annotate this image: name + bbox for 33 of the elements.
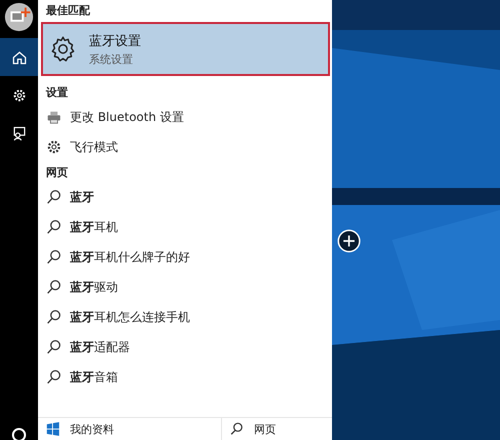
search-icon <box>46 219 62 235</box>
section-heading: 设置 <box>46 85 69 101</box>
web-suggestion[interactable]: 蓝牙耳机 <box>70 218 118 236</box>
item-title: 蓝牙设置 <box>89 32 141 50</box>
settings-result[interactable]: 更改 Bluetooth 设置 <box>70 108 184 126</box>
search-icon <box>46 309 62 325</box>
web-suggestion[interactable]: 蓝牙 <box>70 188 94 206</box>
web-suggestion[interactable]: 蓝牙耳机怎么连接手机 <box>70 308 190 326</box>
best-match-item[interactable]: 蓝牙设置 系统设置 <box>41 22 330 76</box>
search-icon <box>230 422 244 436</box>
search-icon <box>46 189 62 205</box>
web-suggestion[interactable]: 蓝牙驱动 <box>70 278 118 296</box>
search-icon <box>46 369 62 385</box>
search-icon <box>46 249 62 265</box>
settings-icon <box>49 35 77 63</box>
web-suggestion[interactable]: 蓝牙耳机什么牌子的好 <box>70 248 190 266</box>
avatar-icon[interactable] <box>4 2 34 32</box>
section-heading: 网页 <box>46 165 69 181</box>
settings-icon <box>46 139 62 155</box>
web-suggestion[interactable]: 蓝牙适配器 <box>70 338 130 356</box>
search-icon <box>46 279 62 295</box>
item-subtitle: 系统设置 <box>89 52 134 66</box>
filter-tab[interactable]: 我的资料 <box>38 418 222 440</box>
search-icon <box>46 339 62 355</box>
device-icon <box>46 109 62 125</box>
add-icon[interactable] <box>337 229 361 253</box>
windows-icon <box>46 422 60 436</box>
web-suggestion[interactable]: 蓝牙音箱 <box>70 368 118 386</box>
filter-tab[interactable]: 网页 <box>222 418 276 440</box>
search-icon[interactable] <box>9 426 29 440</box>
section-heading: 最佳匹配 <box>46 3 91 19</box>
home-icon[interactable] <box>0 38 38 76</box>
settings-result[interactable]: 飞行模式 <box>70 138 118 156</box>
